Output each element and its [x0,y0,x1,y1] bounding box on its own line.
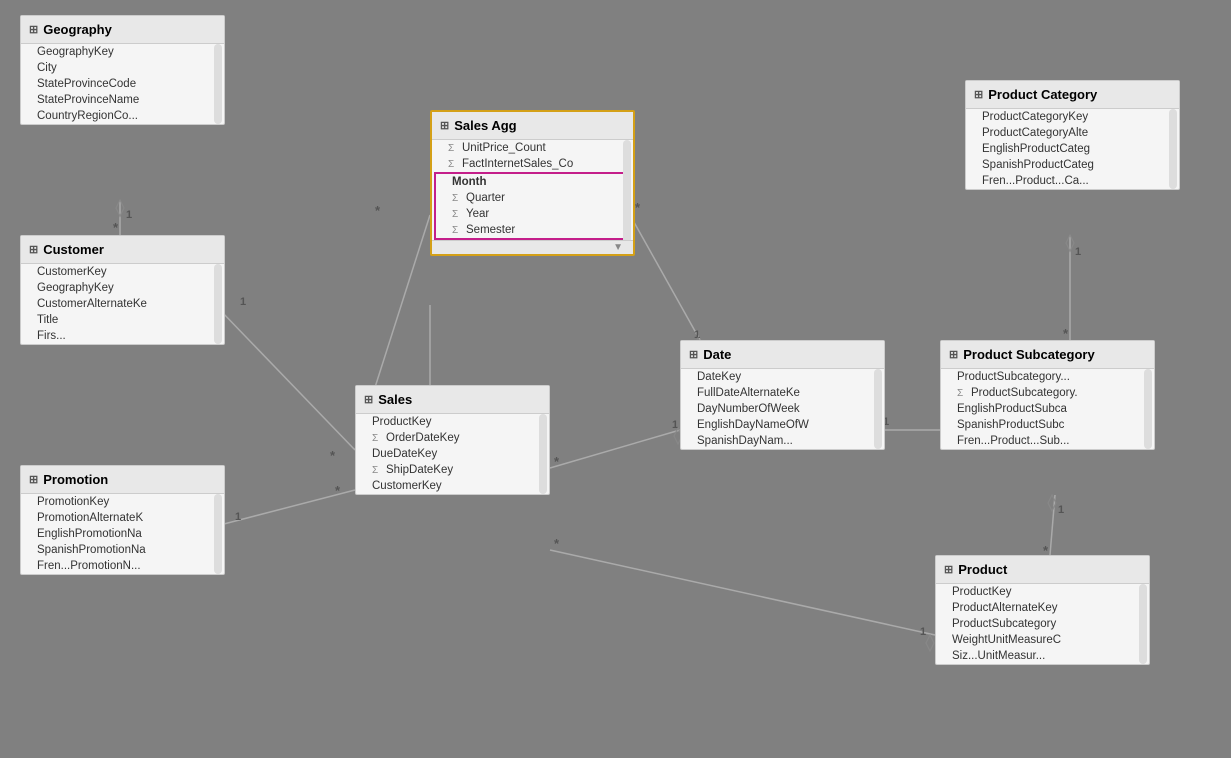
svg-text:1: 1 [1058,504,1064,516]
svg-text:1: 1 [126,209,132,221]
table-row: City [21,60,224,76]
table-icon: ⊞ [949,348,958,361]
svg-text:*: * [375,203,381,218]
diagram-canvas: 1 * 1 * 1 * * * * 1 * 1 1 1 * [0,0,1231,758]
svg-text:1: 1 [1075,246,1081,258]
table-row: ProductKey [936,584,1149,600]
geography-table[interactable]: ⊞ Geography GeographyKey City StateProvi… [20,15,225,125]
svg-text:*: * [330,448,336,463]
table-row: Σ UnitPrice_Count [432,140,633,156]
svg-text:*: * [113,220,119,235]
table-row: Title [21,312,224,328]
table-icon: ⊞ [364,393,373,406]
table-row: DayNumberOfWeek [681,401,884,417]
table-row: ProductAlternateKey [936,600,1149,616]
table-row: CustomerAlternateKe [21,296,224,312]
product-table-header: ⊞ Product [936,556,1149,584]
table-row: Σ ProductSubcategory. [941,385,1154,401]
table-row: ProductKey [356,414,549,430]
svg-text:1: 1 [240,296,246,308]
promotion-title: Promotion [43,472,108,487]
table-row: ProductSubcategory... [941,369,1154,385]
table-row: EnglishProductSubca [941,401,1154,417]
table-row: CustomerKey [356,478,549,494]
table-icon: ⊞ [944,563,953,576]
product-category-title: Product Category [988,87,1097,102]
svg-text:*: * [554,454,560,469]
table-row: ProductCategoryAlte [966,125,1179,141]
table-row: Fren...PromotionN... [21,558,224,574]
customer-table[interactable]: ⊞ Customer CustomerKey GeographyKey Cust… [20,235,225,345]
sales-agg-table-header: ⊞ Sales Agg [432,112,633,140]
table-row: GeographyKey [21,44,224,60]
table-icon: ⊞ [974,88,983,101]
date-table[interactable]: ⊞ Date DateKey FullDateAlternateKe DayNu… [680,340,885,450]
table-icon: ⊞ [29,473,38,486]
svg-text:1: 1 [920,626,926,638]
product-category-table-header: ⊞ Product Category [966,81,1179,109]
table-row: ProductSubcategory [936,616,1149,632]
table-row: SpanishProductCateg [966,157,1179,173]
table-icon: ⊞ [29,243,38,256]
table-row: Σ ShipDateKey [356,462,549,478]
table-row: StateProvinceCode [21,76,224,92]
table-icon: ⊞ [689,348,698,361]
svg-text:*: * [635,200,641,215]
table-row: FullDateAlternateKe [681,385,884,401]
svg-text:*: * [335,483,341,498]
table-row: Σ Year [436,206,629,222]
product-category-table[interactable]: ⊞ Product Category ProductCategoryKey Pr… [965,80,1180,190]
promotion-table-header: ⊞ Promotion [21,466,224,494]
product-title: Product [958,562,1007,577]
sales-title: Sales [378,392,412,407]
table-row: EnglishPromotionNa [21,526,224,542]
table-row: PromotionAlternateK [21,510,224,526]
table-row: SpanishDayNam... [681,433,884,449]
table-icon: ⊞ [29,23,38,36]
geography-title: Geography [43,22,112,37]
table-row: DateKey [681,369,884,385]
product-subcategory-table-header: ⊞ Product Subcategory [941,341,1154,369]
table-row: WeightUnitMeasureC [936,632,1149,648]
table-row: Month [436,174,629,190]
table-row: CustomerKey [21,264,224,280]
product-table[interactable]: ⊞ Product ProductKey ProductAlternateKey… [935,555,1150,665]
table-row: Fren...Product...Ca... [966,173,1179,189]
table-row: GeographyKey [21,280,224,296]
table-row: Firs... [21,328,224,344]
table-row: StateProvinceName [21,92,224,108]
table-row: EnglishProductCateg [966,141,1179,157]
customer-title: Customer [43,242,104,257]
table-icon: ⊞ [440,119,449,132]
table-row: Σ FactInternetSales_Co [432,156,633,172]
table-row: Σ OrderDateKey [356,430,549,446]
customer-table-header: ⊞ Customer [21,236,224,264]
promotion-table[interactable]: ⊞ Promotion PromotionKey PromotionAltern… [20,465,225,575]
table-row: Σ Semester [436,222,629,238]
table-row: SpanishProductSubc [941,417,1154,433]
table-row: Fren...Product...Sub... [941,433,1154,449]
product-subcategory-table[interactable]: ⊞ Product Subcategory ProductSubcategory… [940,340,1155,450]
table-row: CountryRegionCo... [21,108,224,124]
svg-text:*: * [1063,326,1069,341]
date-table-header: ⊞ Date [681,341,884,369]
svg-text:*: * [554,536,560,551]
table-row: Σ Quarter [436,190,629,206]
table-row: PromotionKey [21,494,224,510]
geography-table-header: ⊞ Geography [21,16,224,44]
sales-agg-table[interactable]: ⊞ Sales Agg Σ UnitPrice_Count Σ FactInte… [430,110,635,256]
table-row: EnglishDayNameOfW [681,417,884,433]
date-title: Date [703,347,731,362]
table-row: ProductCategoryKey [966,109,1179,125]
svg-text:1: 1 [235,511,241,523]
product-subcategory-title: Product Subcategory [963,347,1094,362]
table-row: DueDateKey [356,446,549,462]
table-row: Siz...UnitMeasur... [936,648,1149,664]
sales-agg-title: Sales Agg [454,118,516,133]
sales-table-header: ⊞ Sales [356,386,549,414]
sales-table[interactable]: ⊞ Sales ProductKey Σ OrderDateKey DueDat… [355,385,550,495]
svg-text:1: 1 [672,419,678,431]
table-row: SpanishPromotionNa [21,542,224,558]
